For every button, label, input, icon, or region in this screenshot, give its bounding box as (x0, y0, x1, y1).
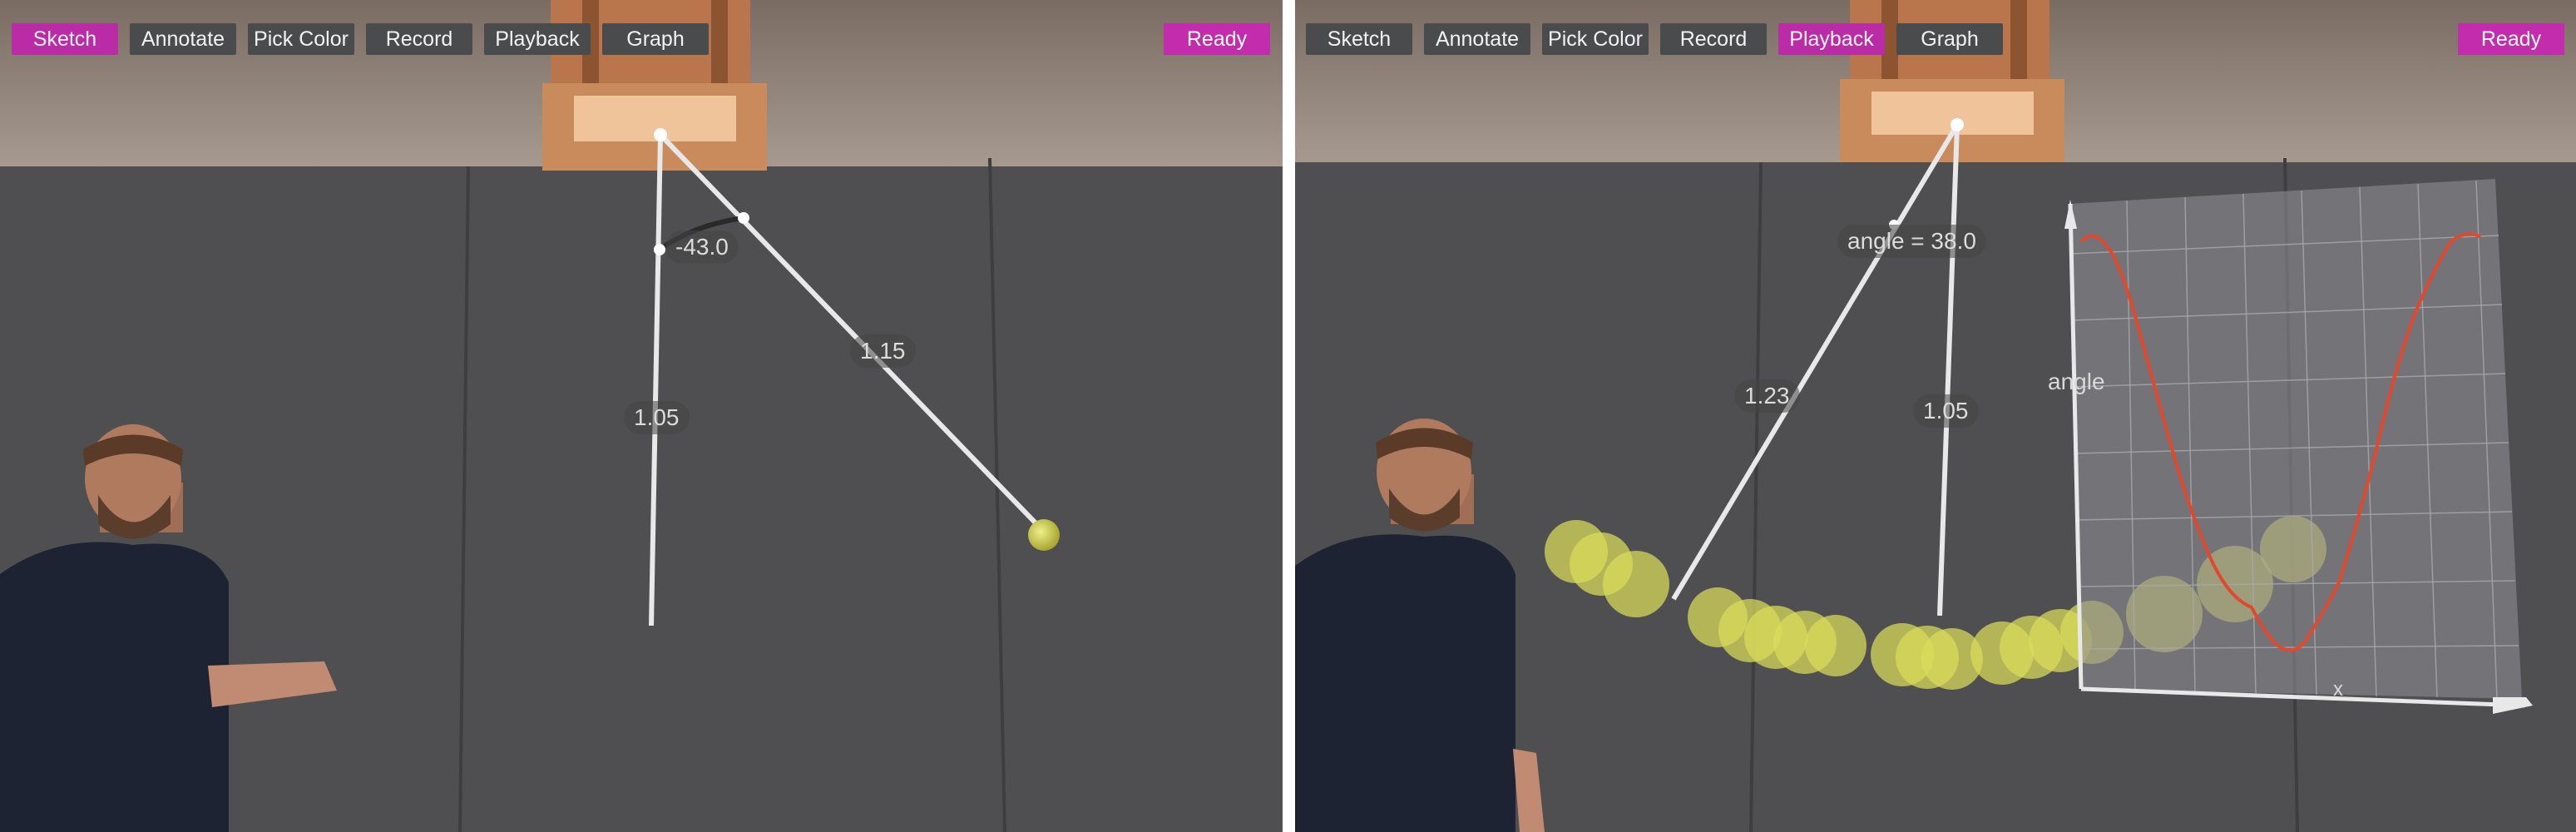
ball (1028, 519, 1060, 551)
graph-x-axis-label: x (2333, 678, 2343, 701)
vertical-length-label: 1.05 (624, 401, 690, 434)
graph-button[interactable]: Graph (1896, 23, 2003, 55)
rope-length-label: 1.15 (850, 334, 916, 368)
pick-color-button[interactable]: Pick Color (248, 23, 354, 55)
playback-button[interactable]: Playback (1778, 23, 1885, 55)
record-button[interactable]: Record (1660, 23, 1767, 55)
angle-graph (2064, 179, 2533, 714)
angle-label: -43.0 (665, 230, 739, 264)
status-badge: Ready (2458, 23, 2564, 55)
graph-button[interactable]: Graph (602, 23, 709, 55)
pick-color-button[interactable]: Pick Color (1542, 23, 1649, 55)
vertical-length-label: 1.05 (1913, 394, 1979, 428)
sketch-button[interactable]: Sketch (1306, 23, 1412, 55)
rope-length-label: 1.23 (1734, 379, 1800, 413)
record-button[interactable]: Record (366, 23, 472, 55)
annotate-button[interactable]: Annotate (1424, 23, 1530, 55)
sketch-button[interactable]: Sketch (12, 23, 118, 55)
playback-button[interactable]: Playback (484, 23, 591, 55)
right-ar-view: angle = 38.0 1.23 1.05 angle x Sketch An… (1295, 0, 2576, 832)
status-badge: Ready (1164, 23, 1270, 55)
angle-readout: angle = 38.0 (1837, 225, 1986, 258)
annotate-button[interactable]: Annotate (130, 23, 236, 55)
left-ar-view: -43.0 1.15 1.05 Sketch Annotate Pick Col… (0, 0, 1283, 832)
graph-y-axis-label: angle (2048, 369, 2105, 394)
